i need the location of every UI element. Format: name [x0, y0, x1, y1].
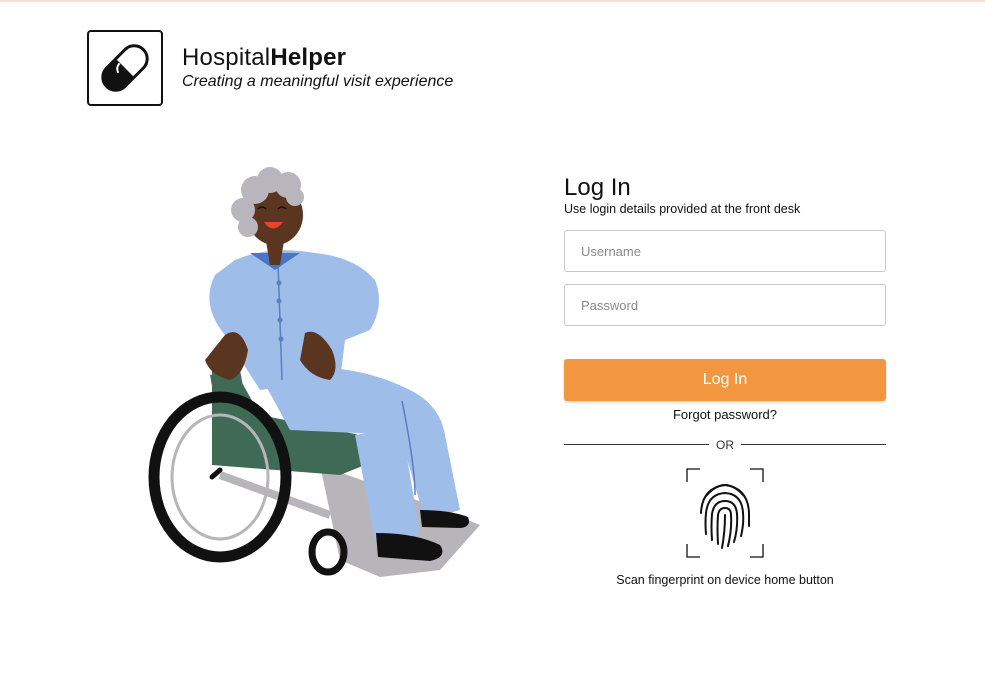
login-subtitle: Use login details provided at the front …	[564, 202, 801, 216]
login-button[interactable]: Log In	[564, 359, 886, 401]
brand-name-bold: Helper	[270, 44, 347, 71]
top-accent-line	[0, 0, 985, 2]
forgot-password-link[interactable]: Forgot password?	[564, 407, 886, 422]
login-page: HospitalHelper Creating a meaningful vis…	[0, 0, 985, 688]
brand-tagline: Creating a meaningful visit experience	[182, 73, 454, 90]
login-title: Log In	[564, 174, 631, 201]
fingerprint-icon[interactable]	[686, 468, 764, 558]
password-input[interactable]	[564, 284, 886, 326]
fingerprint-caption: Scan fingerprint on device home button	[616, 573, 834, 587]
brand-name: HospitalHelper	[182, 45, 346, 71]
or-divider: OR	[564, 436, 886, 454]
patient-in-wheelchair-illustration	[140, 165, 500, 585]
brand-name-light: Hospital	[182, 44, 271, 71]
username-input[interactable]	[564, 230, 886, 272]
pill-icon	[87, 30, 163, 106]
divider-text: OR	[716, 438, 734, 452]
divider-rule-right	[741, 444, 886, 445]
